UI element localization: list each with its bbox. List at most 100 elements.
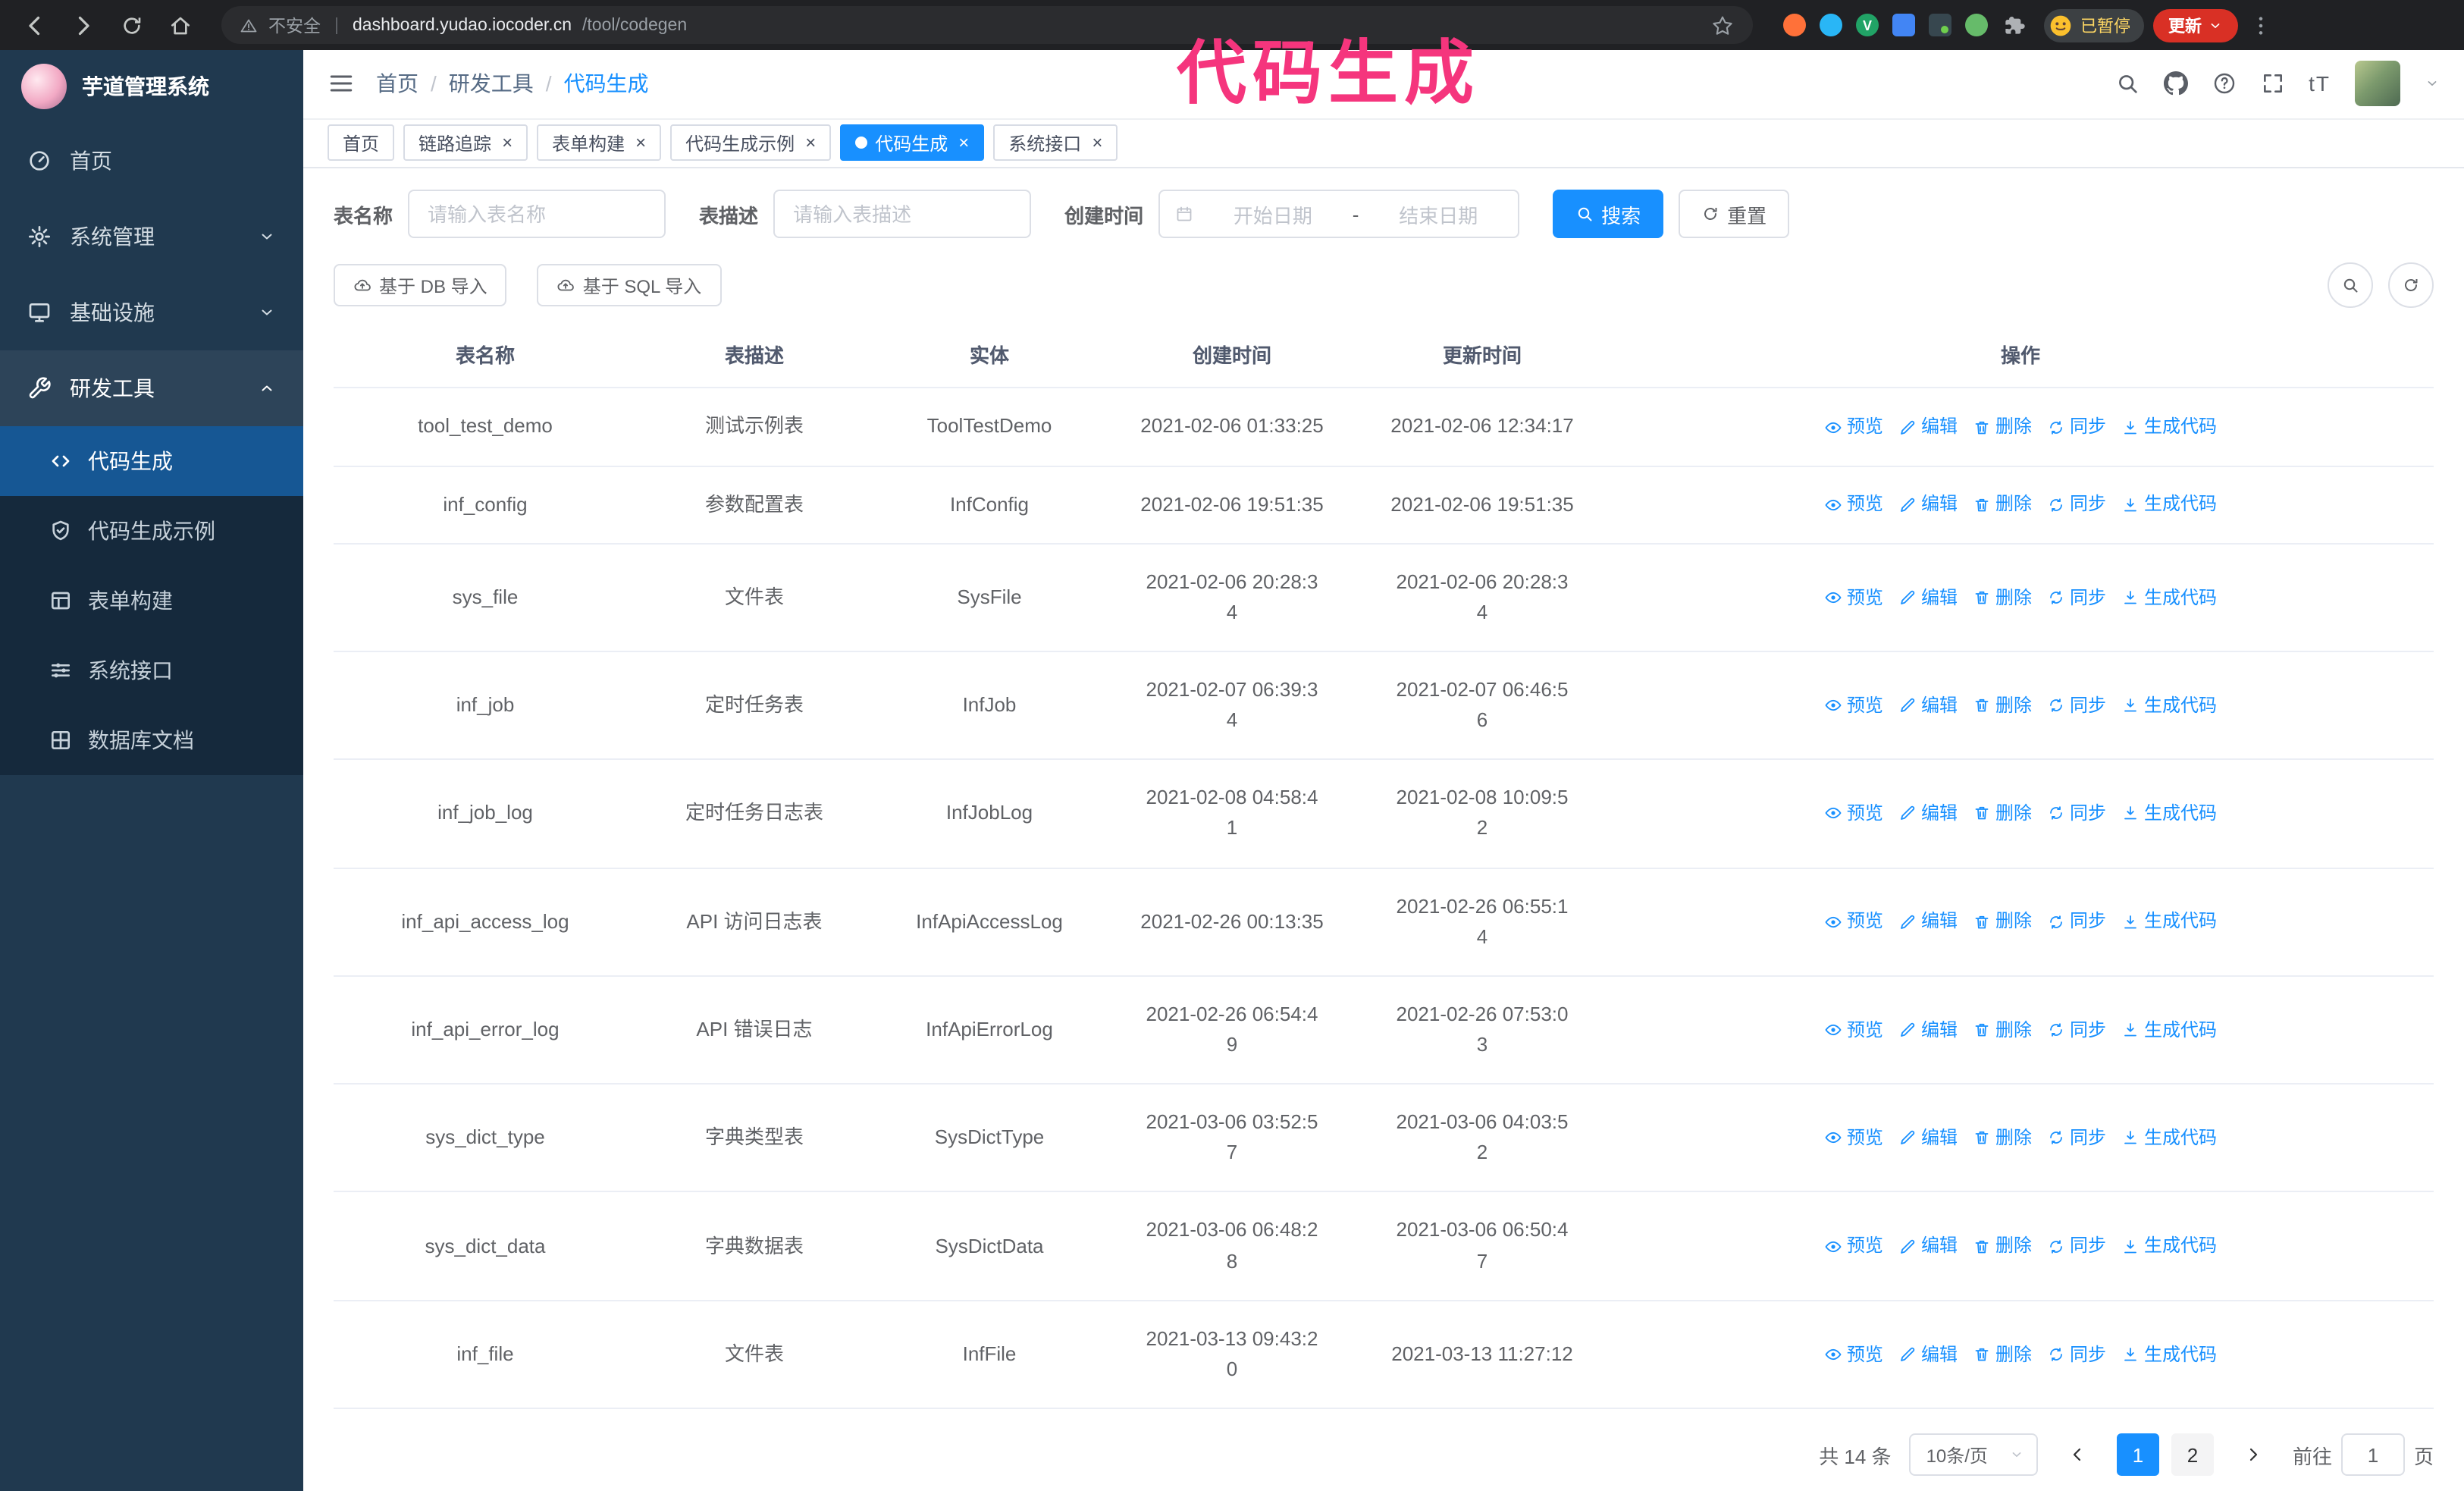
sync-link[interactable]: 同步 (2047, 491, 2106, 519)
edit-link[interactable]: 编辑 (1898, 1124, 1958, 1152)
preview-link[interactable]: 预览 (1824, 799, 1883, 827)
preview-link[interactable]: 预览 (1824, 1232, 1883, 1260)
tab-system-api[interactable]: 系统接口 × (993, 124, 1118, 162)
preview-link[interactable]: 预览 (1824, 1015, 1883, 1044)
extensions-puzzle-icon[interactable] (2002, 13, 2026, 37)
extension-icon-1[interactable] (1783, 14, 1806, 36)
sidebar-item-infra[interactable]: 基础设施 (0, 275, 303, 350)
tab-home[interactable]: 首页 (328, 124, 395, 162)
extension-icon-3[interactable]: V (1856, 14, 1879, 36)
profile-paused-badge[interactable]: 已暂停 (2044, 8, 2144, 42)
extension-icon-6[interactable] (1965, 14, 1988, 36)
tab-close-icon[interactable]: × (958, 134, 969, 152)
delete-link[interactable]: 删除 (1973, 1232, 2032, 1260)
generate-code-link[interactable]: 生成代码 (2121, 1232, 2217, 1260)
collapse-sidebar-icon[interactable] (328, 71, 355, 98)
tab-codegen[interactable]: 代码生成 × (840, 124, 985, 162)
edit-link[interactable]: 编辑 (1898, 692, 1958, 720)
browser-reload-button[interactable] (112, 5, 152, 45)
search-button[interactable]: 搜索 (1553, 190, 1664, 239)
bookmark-star-icon[interactable] (1710, 13, 1735, 37)
search-icon[interactable] (2114, 72, 2139, 96)
page-number-button[interactable]: 1 (2116, 1433, 2159, 1476)
generate-code-link[interactable]: 生成代码 (2121, 583, 2217, 611)
font-size-icon[interactable]: tT (2309, 72, 2331, 96)
import-sql-button[interactable]: 基于 SQL 导入 (537, 264, 722, 307)
extension-icon-2[interactable] (1820, 14, 1842, 36)
sidebar-item-system[interactable]: 系统管理 (0, 199, 303, 275)
sidebar-item-codegen-example[interactable]: 代码生成示例 (0, 496, 303, 566)
delete-link[interactable]: 删除 (1973, 799, 2032, 827)
delete-link[interactable]: 删除 (1973, 1015, 2032, 1044)
page-size-select[interactable]: 10条/页 (1909, 1433, 2038, 1476)
extension-icon-5[interactable] (1929, 14, 1951, 36)
sync-link[interactable]: 同步 (2047, 1124, 2106, 1152)
toggle-search-button[interactable] (2328, 262, 2373, 309)
next-page-button[interactable] (2232, 1433, 2274, 1476)
tab-close-icon[interactable]: × (805, 134, 816, 152)
preview-link[interactable]: 预览 (1824, 413, 1883, 441)
generate-code-link[interactable]: 生成代码 (2121, 908, 2217, 936)
app-logo[interactable]: 芋道管理系统 (0, 50, 303, 123)
address-bar[interactable]: 不安全 | dashboard.yudao.iocoder.cn/tool/co… (221, 6, 1753, 44)
delete-link[interactable]: 删除 (1973, 413, 2032, 441)
tab-close-icon[interactable]: × (1092, 134, 1102, 152)
user-avatar[interactable] (2355, 61, 2400, 107)
delete-link[interactable]: 删除 (1973, 491, 2032, 519)
preview-link[interactable]: 预览 (1824, 1340, 1883, 1368)
delete-link[interactable]: 删除 (1973, 908, 2032, 936)
generate-code-link[interactable]: 生成代码 (2121, 1124, 2217, 1152)
chevron-down-icon[interactable] (2425, 77, 2440, 92)
extension-icon-4[interactable] (1892, 14, 1915, 36)
sync-link[interactable]: 同步 (2047, 413, 2106, 441)
date-range-picker[interactable]: 开始日期 - 结束日期 (1158, 190, 1520, 239)
sidebar-item-codegen[interactable]: 代码生成 (0, 426, 303, 496)
tab-close-icon[interactable]: × (635, 134, 646, 152)
page-number-button[interactable]: 2 (2171, 1433, 2214, 1476)
generate-code-link[interactable]: 生成代码 (2121, 799, 2217, 827)
browser-back-button[interactable] (15, 5, 55, 45)
generate-code-link[interactable]: 生成代码 (2121, 1340, 2217, 1368)
generate-code-link[interactable]: 生成代码 (2121, 413, 2217, 441)
sync-link[interactable]: 同步 (2047, 1015, 2106, 1044)
help-icon[interactable] (2212, 72, 2236, 96)
sidebar-item-system-api[interactable]: 系统接口 (0, 636, 303, 705)
edit-link[interactable]: 编辑 (1898, 799, 1958, 827)
edit-link[interactable]: 编辑 (1898, 413, 1958, 441)
sync-link[interactable]: 同步 (2047, 692, 2106, 720)
preview-link[interactable]: 预览 (1824, 1124, 1883, 1152)
fullscreen-icon[interactable] (2260, 72, 2284, 96)
sync-link[interactable]: 同步 (2047, 1232, 2106, 1260)
github-icon[interactable] (2163, 72, 2187, 96)
generate-code-link[interactable]: 生成代码 (2121, 1015, 2217, 1044)
tab-tracer[interactable]: 链路追踪 × (403, 124, 528, 162)
delete-link[interactable]: 删除 (1973, 1340, 2032, 1368)
preview-link[interactable]: 预览 (1824, 583, 1883, 611)
edit-link[interactable]: 编辑 (1898, 583, 1958, 611)
sidebar-item-home[interactable]: 首页 (0, 123, 303, 199)
sync-link[interactable]: 同步 (2047, 1340, 2106, 1368)
delete-link[interactable]: 删除 (1973, 583, 2032, 611)
refresh-table-button[interactable] (2388, 262, 2434, 309)
table-name-input[interactable] (408, 190, 666, 239)
edit-link[interactable]: 编辑 (1898, 1232, 1958, 1260)
sync-link[interactable]: 同步 (2047, 799, 2106, 827)
edit-link[interactable]: 编辑 (1898, 491, 1958, 519)
tab-close-icon[interactable]: × (502, 134, 513, 152)
browser-home-button[interactable] (161, 5, 200, 45)
generate-code-link[interactable]: 生成代码 (2121, 692, 2217, 720)
chrome-update-button[interactable]: 更新 (2153, 8, 2238, 42)
sync-link[interactable]: 同步 (2047, 583, 2106, 611)
delete-link[interactable]: 删除 (1973, 692, 2032, 720)
browser-menu-icon[interactable] (2247, 13, 2274, 37)
table-desc-input[interactable] (773, 190, 1032, 239)
import-db-button[interactable]: 基于 DB 导入 (334, 264, 507, 307)
sidebar-item-form-builder[interactable]: 表单构建 (0, 566, 303, 636)
prev-page-button[interactable] (2056, 1433, 2099, 1476)
tab-form-builder[interactable]: 表单构建 × (537, 124, 662, 162)
browser-forward-button[interactable] (64, 5, 103, 45)
sidebar-item-devtools[interactable]: 研发工具 (0, 350, 303, 426)
preview-link[interactable]: 预览 (1824, 491, 1883, 519)
delete-link[interactable]: 删除 (1973, 1124, 2032, 1152)
edit-link[interactable]: 编辑 (1898, 908, 1958, 936)
